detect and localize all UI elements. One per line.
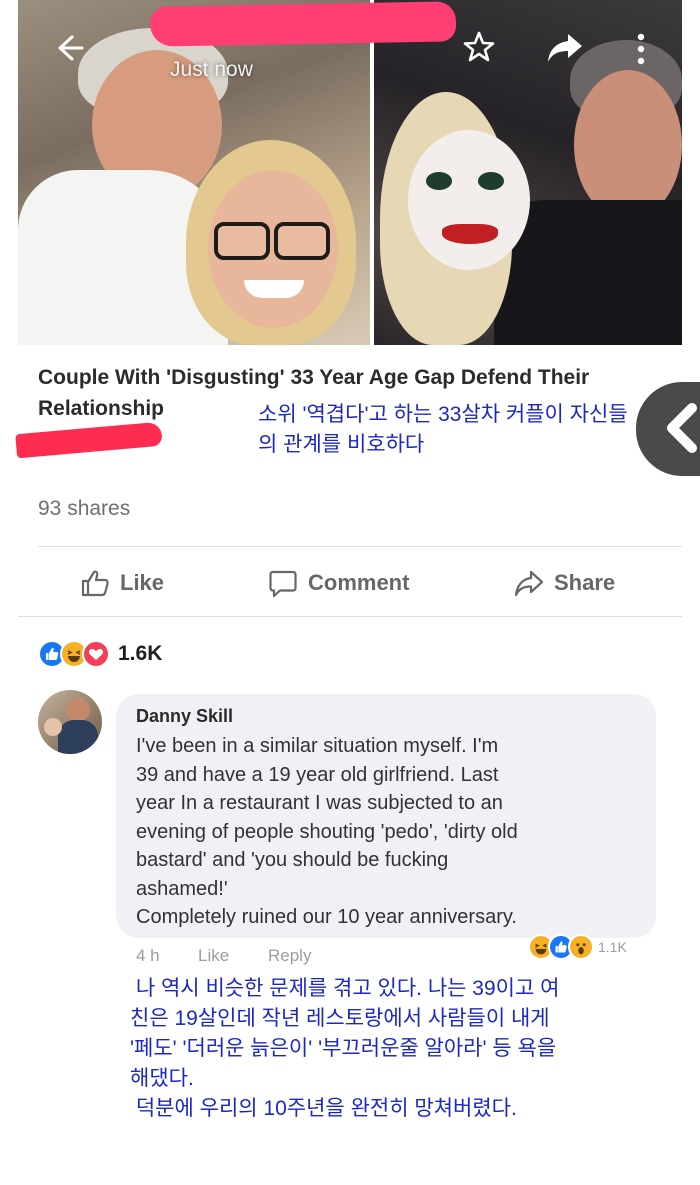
like-label: Like [120,570,165,595]
korean-title-translation: 소위 '역겹다'고 하는 33살차 커플이 자신들의 관계를 비호하다 [258,403,628,456]
star-icon[interactable] [462,30,496,69]
glasses [214,222,270,260]
comment-text: I've been in a similar situation myself.… [136,732,646,932]
comment-label: Comment [308,570,410,595]
translation-line: 친은 19살인데 작년 레스토랑에서 사람들이 내게 [130,1007,550,1030]
comment-reply-link[interactable]: Reply [268,946,311,966]
comment-line: I've been in a similar situation myself.… [136,735,499,757]
comment-author[interactable]: Danny Skill [136,706,233,727]
woman-smile [244,280,304,298]
avatar-person [44,718,62,736]
chevron-left-icon[interactable] [652,396,700,460]
avatar-person [66,698,90,722]
comment-line: year In a restaurant I was subjected to … [136,792,503,814]
korean-comment-translation: 나 역시 비슷한 문제를 겪고 있다. 나는 39이고 여 친은 19살인데 작… [130,974,686,1124]
arrow-left-icon[interactable] [52,32,84,69]
comment-reactions[interactable]: 1.1K [528,934,627,960]
love-reaction-icon [82,640,110,668]
reactions-summary[interactable]: 1.6K [38,640,162,668]
comment-button[interactable]: Comment [268,566,409,600]
comment-line: ashamed!' [136,877,228,900]
translation-line: 해댔다. [130,1067,194,1090]
redaction-mark [15,421,163,459]
share-arrow-icon[interactable] [546,32,584,69]
clown-eye [426,172,452,190]
clown-eye [478,172,504,190]
translation-line: '페도' '더러운 늙은이' '부끄러운줄 알아라' 등 욕을 [130,1037,557,1060]
comment-line: evening of people shouting 'pedo', 'dirt… [136,820,518,843]
share-icon [514,570,544,597]
translation-line: 덕분에 우리의 10주년을 완전히 망쳐버렸다. [130,1097,517,1120]
comment-line: bastard' and 'you should be fucking [136,849,449,871]
comment-like-link[interactable]: Like [198,946,229,966]
man-face [574,70,682,220]
reaction-count: 1.6K [118,642,163,665]
comment-line: Completely ruined our 10 year anniversar… [136,906,517,928]
translation-line: 나 역시 비슷한 문제를 겪고 있다. 나는 39이고 여 [130,977,560,1000]
wow-reaction-icon [568,934,594,960]
comment-time: 4 h [136,946,160,965]
like-button[interactable]: Like [80,566,164,600]
avatar[interactable] [38,690,102,754]
share-label: Share [554,570,616,595]
comment-reaction-count: 1.1K [598,939,627,955]
share-button[interactable]: Share [514,566,615,600]
clown-lips [442,224,498,244]
redaction-mark [149,1,457,47]
divider [18,616,682,617]
article-photo[interactable]: Just now [18,0,682,345]
comment-line: 39 and have a 19 year old girlfriend. La… [136,763,499,786]
glasses [274,222,330,260]
clown-face [408,130,530,270]
avatar-person [58,720,98,754]
thumbs-up-icon [81,570,109,597]
more-vertical-icon[interactable] [634,32,648,71]
share-count[interactable]: 93 shares [38,497,130,521]
comment-bubble-icon [269,570,297,598]
post-timestamp: Just now [170,58,253,81]
divider [38,546,682,547]
